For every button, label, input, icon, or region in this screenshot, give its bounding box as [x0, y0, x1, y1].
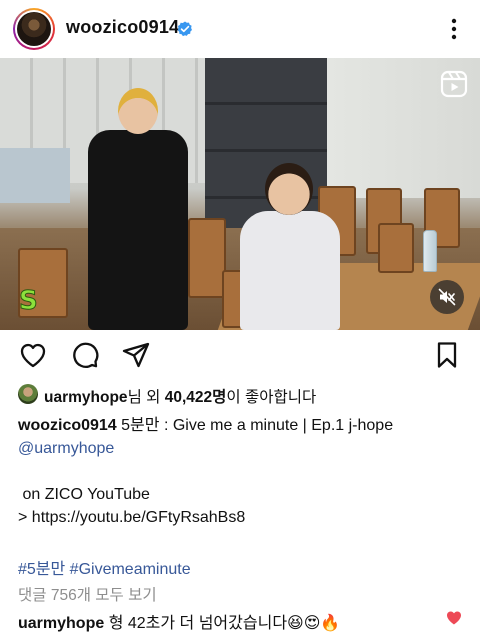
paper-plane-icon[interactable] [121, 340, 151, 370]
post-caption: woozico0914 5분만 : Give me a minute | Ep.… [18, 414, 468, 529]
video-scene-chair [378, 223, 414, 273]
reels-icon [440, 70, 468, 98]
post-actions [0, 338, 480, 374]
liker-username[interactable]: uarmyhope [44, 389, 128, 406]
speaker-muted-icon [438, 288, 456, 306]
comment-like-heart-icon[interactable] [446, 610, 462, 626]
bookmark-outline-icon[interactable] [432, 340, 462, 370]
caption-hashtags[interactable]: #5분만 #Givemeaminute [18, 555, 191, 579]
person-head [265, 163, 313, 215]
likes-count[interactable]: 40,422명 [165, 389, 227, 406]
heart-outline-icon[interactable] [18, 340, 48, 370]
verified-badge-icon [177, 21, 192, 37]
video-person-standing [78, 88, 198, 330]
likes-mid-text: 님 외 [127, 389, 165, 406]
avatar-image [17, 12, 51, 46]
comment-username[interactable]: uarmyhope [18, 615, 104, 632]
video-water-bottle [423, 230, 437, 272]
caption-link-prefix: > [18, 509, 32, 526]
post-video[interactable]: S [0, 58, 480, 330]
caption-mention[interactable]: @uarmyhope [18, 437, 468, 460]
likes-text: uarmyhope님 외 40,422명이 좋아합니다 [44, 385, 316, 407]
comment-text: 형 42초가 더 넘어갔습니다😆😍🔥 [108, 615, 341, 632]
likes-suffix: 이 좋아합니다 [226, 389, 317, 406]
person-body [240, 211, 340, 330]
profile-avatar[interactable] [13, 8, 55, 50]
person-body [88, 130, 188, 330]
caption-first-line: woozico0914 5분만 : Give me a minute | Ep.… [18, 414, 468, 437]
person-head [118, 88, 158, 134]
video-person-seated [240, 163, 340, 330]
mute-toggle-button[interactable] [430, 280, 464, 314]
video-scene-window [0, 148, 70, 203]
caption-youtube-line: on ZICO YouTube [18, 483, 468, 506]
view-all-comments-link[interactable]: 댓글 756개 모두 보기 [18, 583, 157, 605]
liker-avatar [18, 384, 38, 404]
top-comment: uarmyhope 형 42초가 더 넘어갔습니다😆😍🔥 [18, 609, 340, 633]
caption-username[interactable]: woozico0914 [18, 417, 117, 434]
caption-link-line: > https://youtu.be/GFtyRsahBs8 [18, 506, 468, 529]
post-username[interactable]: woozico0914 [66, 17, 179, 38]
comment-bubble-icon[interactable] [70, 340, 100, 370]
avatar-ring-inner [15, 10, 53, 48]
caption-link[interactable]: https://youtu.be/GFtyRsahBs8 [32, 509, 245, 526]
caption-youtube-text: on ZICO YouTube [22, 486, 150, 503]
caption-text: 5분만 : Give me a minute | Ep.1 j-hope [121, 417, 394, 434]
more-options-icon[interactable] [444, 16, 464, 42]
video-s-logo: S [19, 286, 39, 317]
post-header: woozico0914 [0, 0, 480, 58]
